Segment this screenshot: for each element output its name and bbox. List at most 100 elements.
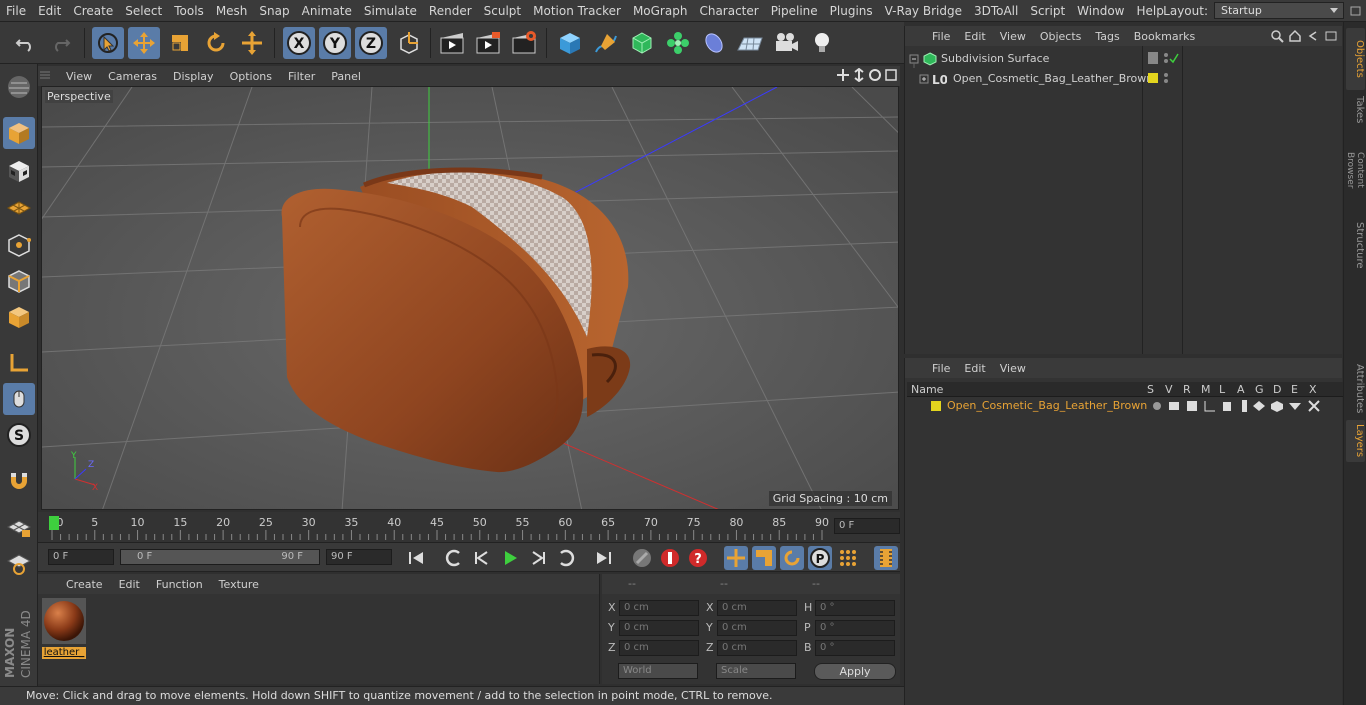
points-mode-icon[interactable] — [3, 229, 35, 261]
menu-motion-tracker[interactable]: Motion Tracker — [527, 4, 627, 18]
light-icon[interactable] — [806, 27, 838, 59]
axis-mode-icon[interactable] — [3, 347, 35, 379]
coord-value-field[interactable]: 0 cm — [619, 600, 699, 616]
material-swatch[interactable]: leather_ — [42, 598, 86, 659]
menu-pipeline[interactable]: Pipeline — [765, 4, 824, 18]
menu-sculpt[interactable]: Sculpt — [478, 4, 527, 18]
coordinate-mode-select[interactable]: World — [618, 663, 698, 679]
home-icon[interactable] — [1288, 29, 1302, 46]
menu-file[interactable]: File — [0, 4, 32, 18]
rotate-tool-icon[interactable] — [200, 27, 232, 59]
transform-tool-icon[interactable] — [236, 27, 268, 59]
menu-snap[interactable]: Snap — [253, 4, 295, 18]
locked-workplane-icon[interactable] — [3, 510, 35, 542]
menu-render[interactable]: Render — [423, 4, 478, 18]
layer-col-flag[interactable]: R — [1183, 383, 1191, 396]
coord-value-field[interactable]: 0 cm — [717, 620, 797, 636]
redo-icon[interactable] — [45, 27, 77, 59]
tweak-mode-icon[interactable] — [3, 383, 35, 415]
key-position-icon[interactable] — [724, 546, 748, 570]
previous-frame-icon[interactable] — [470, 546, 494, 570]
menu-simulate[interactable]: Simulate — [358, 4, 423, 18]
coord-value-field[interactable]: 0 cm — [717, 600, 797, 616]
objects-menu-tags[interactable]: Tags — [1088, 30, 1126, 43]
viewport-maximize-icon[interactable] — [884, 68, 898, 85]
next-frame-icon[interactable] — [526, 546, 550, 570]
objects-menu-edit[interactable]: Edit — [957, 30, 992, 43]
make-editable-icon[interactable] — [3, 71, 35, 103]
viewport-menu-filter[interactable]: Filter — [280, 70, 323, 83]
key-pla-icon[interactable] — [836, 546, 860, 570]
back-icon[interactable] — [1306, 29, 1320, 46]
viewport-zoom-icon[interactable] — [852, 67, 866, 85]
menu-vray-bridge[interactable]: V-Ray Bridge — [879, 4, 968, 18]
layer-row[interactable]: Open_Cosmetic_Bag_Leather_Brown — [907, 398, 1343, 414]
objects-menu-bookmarks[interactable]: Bookmarks — [1127, 30, 1202, 43]
floor-environment-icon[interactable] — [734, 27, 766, 59]
layer-col-flag[interactable]: S — [1147, 383, 1154, 396]
material-menu-texture[interactable]: Texture — [211, 578, 267, 591]
viewport-rotate-icon[interactable] — [868, 68, 882, 85]
cube-primitive-icon[interactable] — [554, 27, 586, 59]
menu-3dtoall[interactable]: 3DToAll — [968, 4, 1024, 18]
menu-window[interactable]: Window — [1071, 4, 1130, 18]
coord-value-field[interactable]: 0 cm — [619, 620, 699, 636]
viewport-pan-icon[interactable] — [836, 68, 850, 85]
layer-col-flag[interactable]: E — [1291, 383, 1298, 396]
play-forward-icon[interactable] — [498, 546, 522, 570]
tree-row-subdivision-surface[interactable]: Subdivision Surface — [905, 50, 1343, 68]
render-settings-icon[interactable] — [508, 27, 540, 59]
deformer-icon[interactable] — [698, 27, 730, 59]
undo-icon[interactable] — [9, 27, 41, 59]
layer-color-swatch-icon[interactable] — [1146, 71, 1180, 87]
camera-icon[interactable] — [770, 27, 802, 59]
new-panel-icon[interactable] — [1324, 29, 1338, 46]
render-view-icon[interactable] — [436, 27, 468, 59]
tab-attributes[interactable]: Attributes — [1346, 360, 1365, 418]
record-keys-icon[interactable] — [630, 546, 654, 570]
menu-select[interactable]: Select — [119, 4, 168, 18]
menu-script[interactable]: Script — [1024, 4, 1071, 18]
apply-button[interactable]: Apply — [814, 663, 896, 680]
menu-tools[interactable]: Tools — [168, 4, 210, 18]
window-restore-icon[interactable] — [1348, 4, 1364, 18]
coordinate-system-icon[interactable] — [393, 27, 425, 59]
mograph-cloner-icon[interactable] — [662, 27, 694, 59]
layers-menu-view[interactable]: View — [993, 362, 1033, 375]
objects-menu-view[interactable]: View — [993, 30, 1033, 43]
go-to-end-icon[interactable] — [592, 546, 616, 570]
perspective-viewport[interactable]: Y Z X Perspective Grid Spacing : 10 cm — [41, 86, 899, 510]
go-to-start-icon[interactable] — [404, 546, 428, 570]
layer-col-flag[interactable]: A — [1237, 383, 1245, 396]
menu-plugins[interactable]: Plugins — [824, 4, 879, 18]
tab-structure[interactable]: Structure — [1346, 218, 1365, 272]
visibility-toggle-icon[interactable] — [1146, 51, 1180, 67]
menu-mograph[interactable]: MoGraph — [627, 4, 694, 18]
planar-workplane-icon[interactable] — [3, 546, 35, 578]
coord-value-field[interactable]: 0 cm — [619, 640, 699, 656]
menu-edit[interactable]: Edit — [32, 4, 67, 18]
layer-flag-icons[interactable] — [1147, 399, 1327, 413]
layer-col-name[interactable]: Name — [911, 383, 943, 396]
live-selection-icon[interactable] — [92, 27, 124, 59]
layers-menu-file[interactable]: File — [925, 362, 957, 375]
coord-value-field[interactable]: 0 cm — [717, 640, 797, 656]
tab-layers[interactable]: Layers — [1346, 420, 1365, 462]
menu-mesh[interactable]: Mesh — [210, 4, 254, 18]
x-axis-icon[interactable]: X — [283, 27, 315, 59]
layer-col-flag[interactable]: M — [1201, 383, 1211, 396]
viewport-menu-cameras[interactable]: Cameras — [100, 70, 165, 83]
y-axis-icon[interactable]: Y — [319, 27, 351, 59]
layer-col-flag[interactable]: X — [1309, 383, 1317, 396]
tab-content-browser[interactable]: Content Browser — [1345, 130, 1365, 210]
workplane-icon[interactable] — [3, 191, 35, 223]
search-icon[interactable] — [1270, 29, 1284, 46]
current-frame-field[interactable]: 0 F — [834, 518, 900, 534]
tree-row-cosmetic-bag[interactable]: L0 Open_Cosmetic_Bag_Leather_Brown — [905, 70, 1343, 88]
layer-col-flag[interactable]: D — [1273, 383, 1281, 396]
viewport-menu-options[interactable]: Options — [222, 70, 280, 83]
edges-mode-icon[interactable] — [3, 265, 35, 297]
layer-col-flag[interactable]: L — [1219, 383, 1225, 396]
key-parameter-icon[interactable]: P — [808, 546, 832, 570]
texture-mode-icon[interactable] — [3, 155, 35, 187]
